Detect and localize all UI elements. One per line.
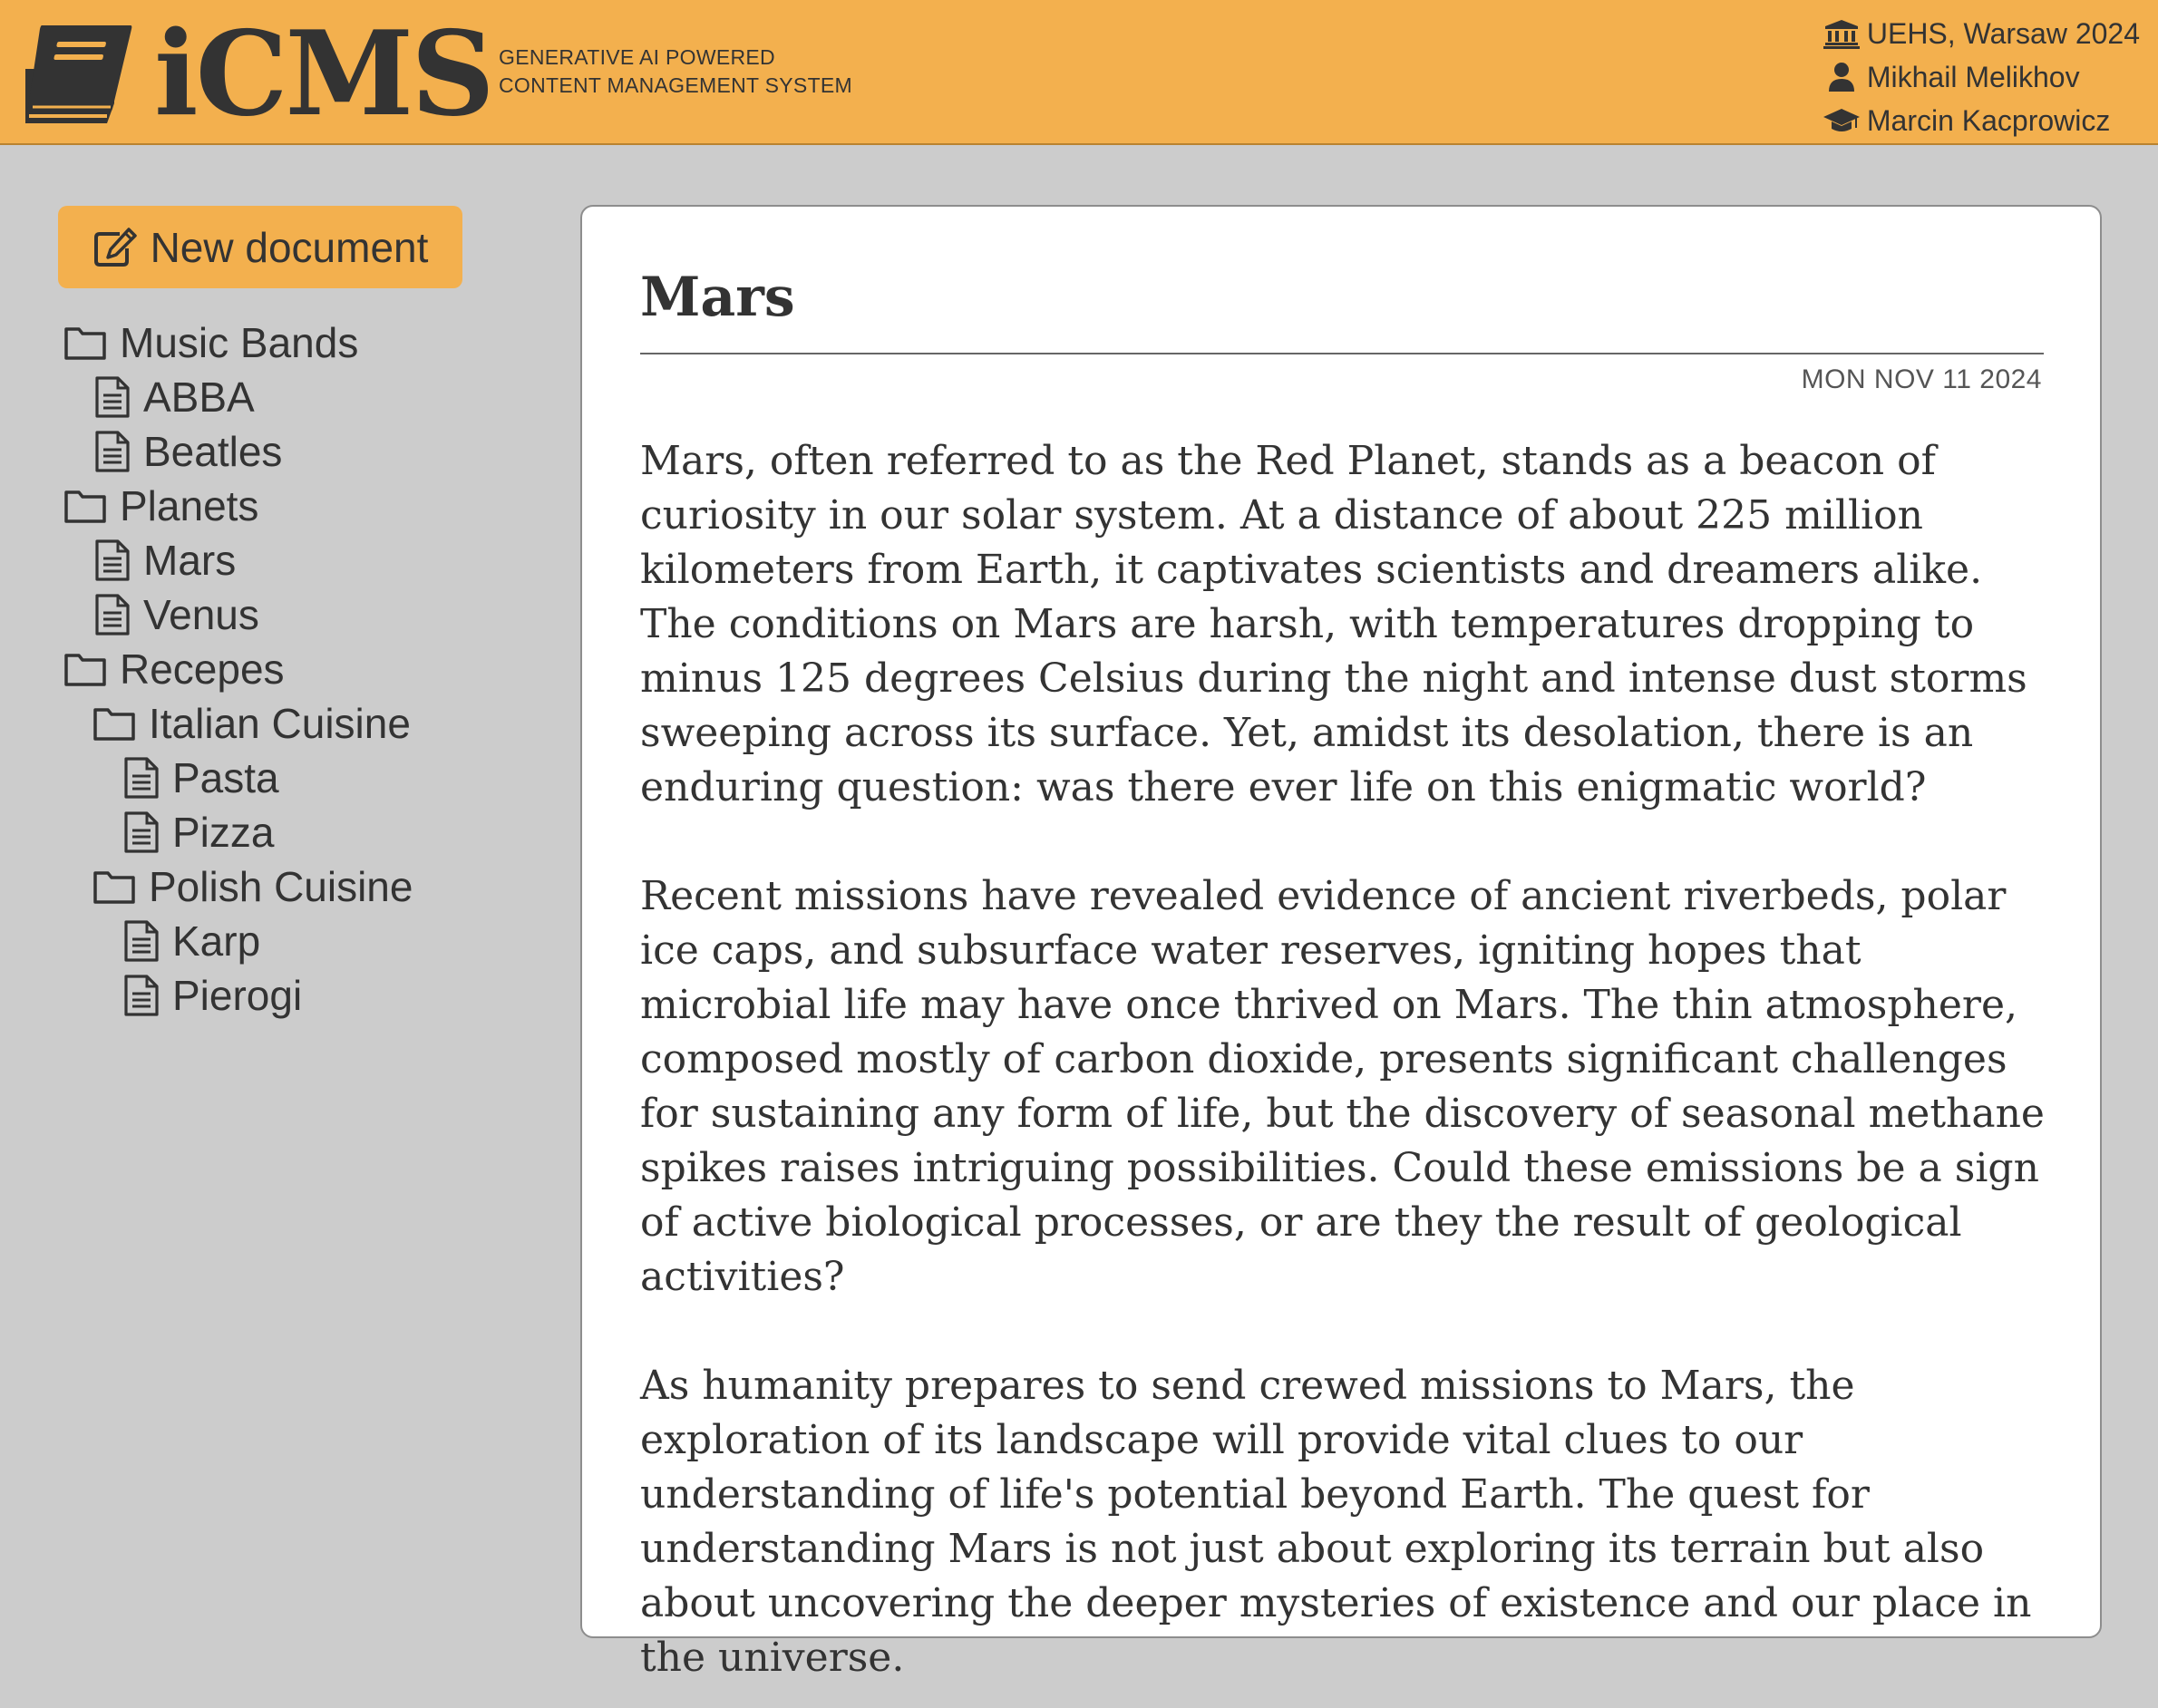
folder-icon <box>93 708 135 741</box>
tree-label: Planets <box>120 482 259 529</box>
new-document-label: New document <box>150 223 429 271</box>
tree-label: Beatles <box>143 428 283 475</box>
edit-icon <box>93 227 137 267</box>
document-paragraph: Mars, often referred to as the Red Plane… <box>640 438 2027 810</box>
file-text-icon <box>124 811 159 853</box>
file-text-icon <box>124 920 159 962</box>
header-meta: UEHS, Warsaw 2024 Mikhail Melikhov Marci… <box>1823 12 2140 142</box>
file-text-icon <box>95 539 130 581</box>
user-icon <box>1828 63 1854 92</box>
tree-label: Polish Cuisine <box>149 863 413 910</box>
document-tree: Music Bands ABBA Beatles Planets Mars Ve… <box>63 315 413 1023</box>
tree-file-beatles[interactable]: Beatles <box>63 424 413 479</box>
tree-folder-polish-cuisine[interactable]: Polish Cuisine <box>63 859 413 914</box>
file-text-icon <box>95 376 130 418</box>
document-body: Mars, often referred to as the Red Plane… <box>640 434 2055 1685</box>
tree-folder-italian-cuisine[interactable]: Italian Cuisine <box>63 696 413 751</box>
tree-folder-recepes[interactable]: Recepes <box>63 642 413 696</box>
tagline: GENERATIVE AI POWERED CONTENT MANAGEMENT… <box>499 44 852 100</box>
tree-folder-planets[interactable]: Planets <box>63 479 413 533</box>
file-text-icon <box>124 757 159 799</box>
logo-text: iCMS <box>154 6 495 142</box>
folder-icon <box>64 490 106 523</box>
brand-logo[interactable]: iCMS <box>20 6 495 142</box>
meta-author: Mikhail Melikhov <box>1823 55 2140 99</box>
tree-label: Recepes <box>120 645 285 693</box>
tree-label: ABBA <box>143 374 255 421</box>
document-date: MON NOV 11 2024 <box>1801 364 2042 394</box>
tree-folder-music-bands[interactable]: Music Bands <box>63 315 413 370</box>
folder-icon <box>93 871 135 904</box>
tree-file-venus[interactable]: Venus <box>63 587 413 642</box>
meta-institution: UEHS, Warsaw 2024 <box>1823 12 2140 55</box>
file-text-icon <box>95 431 130 472</box>
tagline-line-2: CONTENT MANAGEMENT SYSTEM <box>499 73 853 97</box>
file-text-icon <box>124 975 159 1016</box>
tree-file-karp[interactable]: Karp <box>63 914 413 968</box>
tree-label: Pierogi <box>172 972 303 1019</box>
document-title: Mars <box>640 266 795 329</box>
meta-supervisor-text: Marcin Kacprowicz <box>1866 104 2111 137</box>
tree-label: Pasta <box>172 754 279 801</box>
meta-institution-text: UEHS, Warsaw 2024 <box>1866 17 2140 50</box>
new-document-button[interactable]: New document <box>58 206 462 288</box>
tree-file-mars[interactable]: Mars <box>63 533 413 587</box>
tree-file-pasta[interactable]: Pasta <box>63 751 413 805</box>
graduation-cap-icon <box>1823 109 1860 131</box>
app-header: iCMS GENERATIVE AI POWERED CONTENT MANAG… <box>0 0 2158 145</box>
tree-file-pierogi[interactable]: Pierogi <box>63 968 413 1023</box>
tree-file-pizza[interactable]: Pizza <box>63 805 413 859</box>
tagline-line-1: GENERATIVE AI POWERED <box>499 45 775 69</box>
tree-label: Pizza <box>172 809 275 856</box>
meta-author-text: Mikhail Melikhov <box>1866 61 2080 93</box>
tree-label: Mars <box>143 537 237 584</box>
tree-label: Italian Cuisine <box>149 700 411 747</box>
document-paragraph: As humanity prepares to send crewed miss… <box>640 1363 2032 1681</box>
title-divider <box>640 353 2044 354</box>
tree-label: Music Bands <box>120 319 359 366</box>
document-paragraph: Recent missions have revealed evidence o… <box>640 873 2045 1300</box>
tree-label: Venus <box>143 591 259 638</box>
tree-file-abba[interactable]: ABBA <box>63 370 413 424</box>
folder-icon <box>64 327 106 360</box>
document-card: Mars MON NOV 11 2024 Mars, often referre… <box>580 205 2102 1681</box>
folder-icon <box>64 654 106 686</box>
meta-supervisor: Marcin Kacprowicz <box>1823 99 2140 142</box>
file-text-icon <box>95 594 130 636</box>
book-icon <box>25 25 132 123</box>
tree-label: Karp <box>172 917 261 965</box>
institution-icon <box>1823 20 1860 49</box>
